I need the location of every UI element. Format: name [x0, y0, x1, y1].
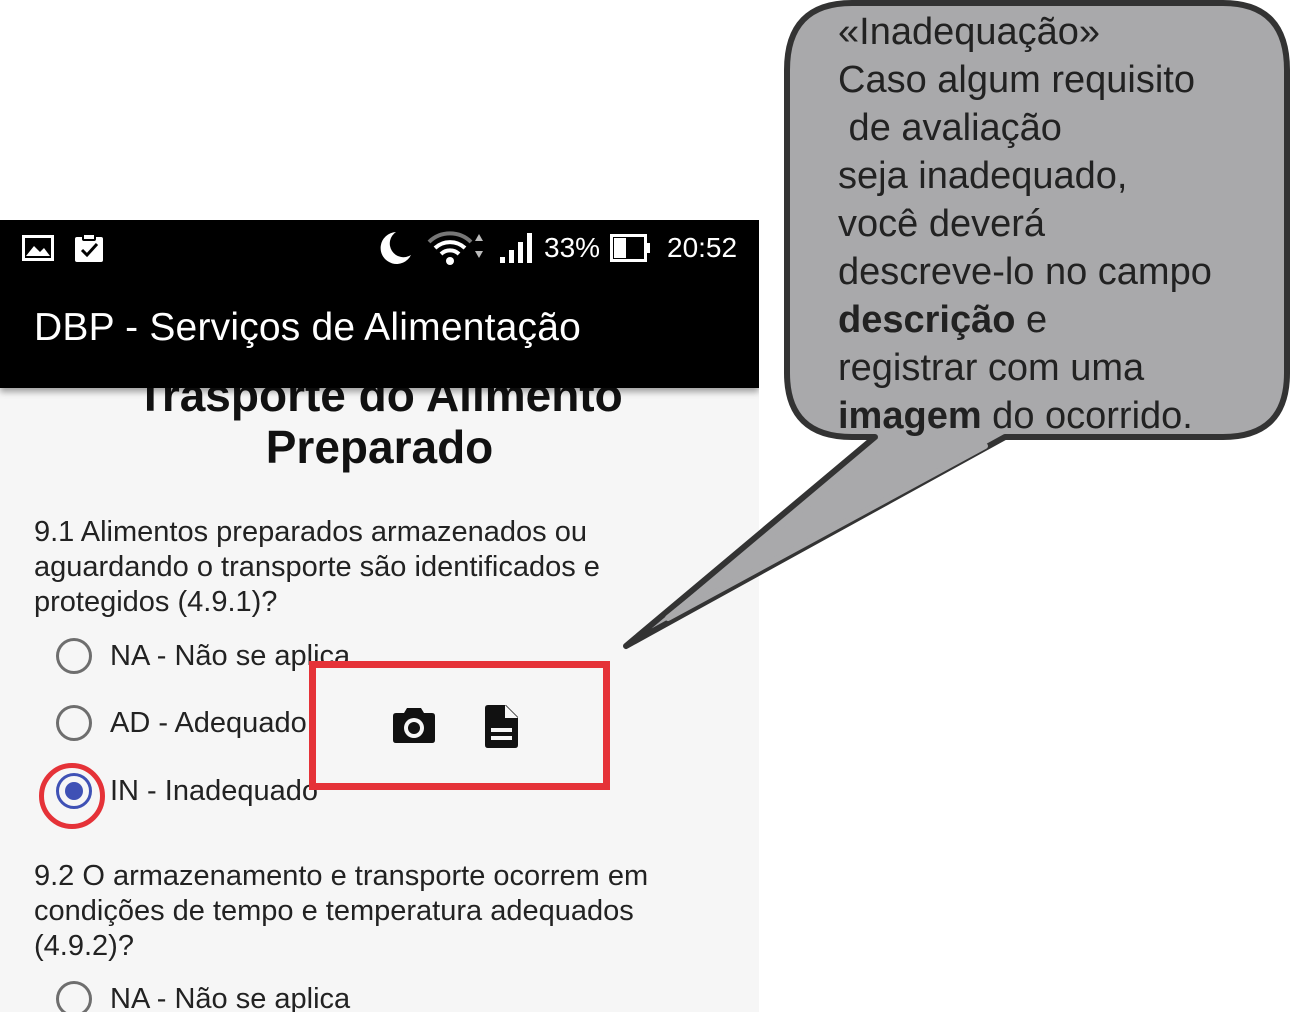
battery-icon [610, 220, 652, 276]
moon-icon [376, 220, 414, 276]
callout-line: você deverá [838, 203, 1046, 245]
description-icon[interactable] [478, 702, 526, 750]
signal-icon [498, 220, 536, 276]
callout-line: registrar com uma [838, 347, 1145, 389]
section-title-line2: Preparado [265, 421, 494, 473]
radio-button[interactable] [56, 981, 92, 1012]
radio-button[interactable] [56, 638, 92, 674]
status-bar: 33% 20:52 [0, 220, 759, 276]
option-na[interactable]: NA - Não se aplica [56, 977, 350, 1012]
option-label: AD - Adequado [110, 706, 307, 739]
radio-button[interactable] [56, 705, 92, 741]
callout-line: seja inadequado, [838, 155, 1128, 197]
option-ad[interactable]: AD - Adequado [56, 701, 307, 745]
option-label: NA - Não se aplica [110, 982, 351, 1012]
callout-line: imagem do ocorrido. [838, 392, 1278, 440]
option-na[interactable]: NA - Não se aplica [56, 634, 350, 678]
question-9-2: 9.2 O armazenamento e transporte ocorrem… [34, 860, 649, 962]
callout-text: «Inadequação» Caso algum requisito de av… [838, 8, 1278, 440]
question-9-1: 9.1 Alimentos preparados armazenados ou … [34, 516, 600, 618]
callout-line: descreve-lo no campo [838, 251, 1212, 293]
phone-screen: Trasporte do Alimento Preparado 9.1 Alim… [0, 220, 759, 1012]
battery-percent: 33% [544, 232, 601, 263]
clipboard-check-icon [73, 220, 105, 276]
callout-line: Caso algum requisito [838, 59, 1195, 101]
callout-bold: descrição [838, 299, 1016, 341]
app-title: DBP - Serviços de Alimentação [34, 306, 582, 349]
wifi-icon [427, 220, 487, 276]
option-label: IN - Inadequado [110, 774, 318, 807]
highlight-circle [39, 763, 105, 829]
callout-line: descrição e [838, 296, 1278, 344]
image-icon [22, 220, 54, 276]
callout-line: «Inadequação» [838, 11, 1101, 53]
callout-rest: do ocorrido. [981, 395, 1193, 437]
camera-icon[interactable] [390, 702, 438, 750]
app-bar: DBP - Serviços de Alimentação [0, 276, 759, 388]
callout-bold: imagem [838, 395, 982, 437]
highlight-box [309, 661, 610, 790]
callout-rest: e [1015, 299, 1048, 341]
clock: 20:52 [667, 232, 738, 263]
callout-line: de avaliação [838, 107, 1062, 149]
